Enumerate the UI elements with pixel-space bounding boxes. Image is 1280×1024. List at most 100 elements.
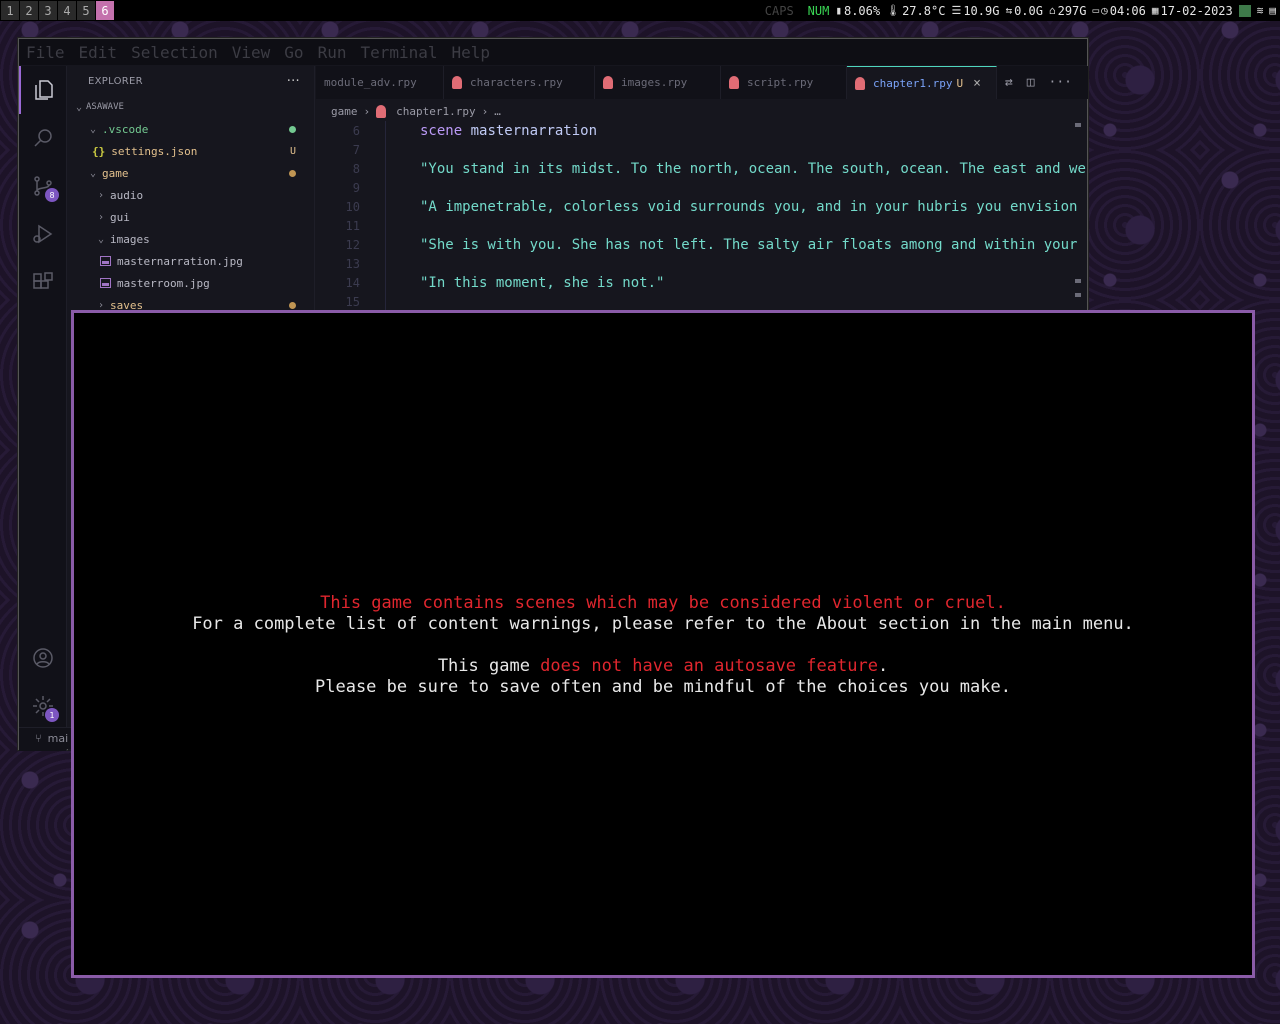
code-line: 13 — [316, 254, 1086, 273]
code-line: 11 — [316, 216, 1086, 235]
menu-selection[interactable]: Selection — [131, 43, 218, 62]
thermometer-icon: 🌡 — [886, 4, 901, 17]
line-number: 7 — [352, 142, 360, 157]
top-status-bar: 1 2 3 4 5 6 CAPS NUM ▮ 8.06% 🌡 27.8°C ☰ … — [0, 0, 1280, 21]
workspace-3[interactable]: 3 — [39, 1, 57, 20]
code-editor[interactable]: 6 scene masternarration 7 8 "You stand i… — [316, 121, 1086, 311]
git-untracked-dot — [289, 125, 296, 133]
git-branch-label[interactable]: mai — [48, 732, 69, 745]
tree-file-settings[interactable]: {} settings.json U — [68, 140, 314, 162]
workspace-1[interactable]: 1 — [1, 1, 19, 20]
code-line: 12 "She is with you. She has not left. T… — [316, 235, 1086, 254]
menu-go[interactable]: Go — [284, 43, 303, 62]
menu-view[interactable]: View — [232, 43, 271, 62]
breadcrumb-more[interactable]: … — [494, 105, 501, 118]
code-string: "In this moment, she is not." — [420, 274, 665, 291]
line-number: 9 — [352, 180, 360, 195]
autosave-suffix: . — [877, 656, 889, 676]
tab-script[interactable]: script.rpy — [721, 66, 847, 99]
renpy-file-icon — [452, 76, 462, 89]
workspace-6[interactable]: 6 — [96, 1, 114, 20]
menu-help[interactable]: Help — [452, 43, 491, 62]
code-line: 15 — [316, 292, 1086, 311]
memory-value: 10.9G — [963, 3, 1000, 18]
tree-folder-vscode[interactable]: ⌄ .vscode — [68, 118, 314, 140]
code-string: "You stand in its midst. To the north, o… — [420, 160, 1086, 177]
tab-chapter1[interactable]: chapter1.rpy U × — [847, 66, 997, 99]
date-widget: ▦ 17-02-2023 — [1152, 4, 1233, 18]
tree-folder-images[interactable]: ⌄ images — [68, 228, 314, 250]
git-modified-dot — [289, 169, 296, 177]
wifi-icon[interactable]: ≋ — [1257, 4, 1264, 17]
tree-file-masterroom[interactable]: masterroom.jpg — [68, 272, 314, 294]
menu-bar: File Edit Selection View Go Run Terminal… — [19, 39, 1087, 65]
menu-edit[interactable]: Edit — [79, 43, 118, 62]
git-modified-dot — [289, 301, 296, 309]
run-debug-icon[interactable] — [19, 210, 67, 258]
explorer-icon[interactable] — [19, 66, 67, 114]
tab-label: module_adv.rpy — [324, 76, 417, 89]
tree-folder-gui-label: gui — [110, 210, 130, 224]
line-number: 12 — [345, 237, 360, 252]
renpy-file-icon — [603, 76, 613, 89]
tab-module-adv[interactable]: module_adv.rpy — [316, 66, 444, 99]
tab-characters[interactable]: characters.rpy — [444, 66, 595, 99]
scrollbar-marker — [1075, 123, 1081, 127]
tree-root-label: ASAWAVE — [86, 102, 124, 112]
source-control-badge: 8 — [45, 188, 59, 202]
calendar-icon: ▦ — [1151, 4, 1159, 17]
memory-icon: ☰ — [951, 4, 962, 17]
cpu-value: 8.06% — [843, 3, 881, 18]
code-line: 7 — [316, 140, 1086, 159]
menu-terminal[interactable]: Terminal — [360, 43, 437, 62]
line-number: 8 — [352, 161, 360, 176]
memory-widget: ☰ 10.9G — [951, 4, 999, 18]
battery-icon: ▭ — [1092, 4, 1100, 17]
workspace-5[interactable]: 5 — [77, 1, 95, 20]
violence-warning: This game contains scenes which may be c… — [320, 593, 1006, 613]
date-value: 17-02-2023 — [1160, 3, 1233, 18]
disk-widget: ⌂ 297G — [1049, 4, 1087, 18]
chevron-right-icon: › — [97, 189, 105, 201]
tab-images[interactable]: images.rpy — [595, 66, 721, 99]
tree-file-masternarration-label: masternarration.jpg — [117, 254, 243, 268]
tree-file-masternarration[interactable]: masternarration.jpg — [68, 250, 314, 272]
cpu-widget: ▮ 8.06% — [835, 4, 880, 18]
menu-file[interactable]: File — [26, 43, 65, 62]
workspace-2[interactable]: 2 — [20, 1, 38, 20]
tree-file-settings-label: settings.json — [111, 144, 198, 158]
tree-root[interactable]: ⌄ ASAWAVE — [68, 96, 314, 118]
tree-folder-vscode-label: .vscode — [102, 122, 149, 136]
code-line: 8 "You stand in its midst. To the north,… — [316, 159, 1086, 178]
open-changes-icon[interactable]: ⇄ — [1005, 75, 1013, 90]
tree-folder-audio[interactable]: › audio — [68, 184, 314, 206]
scrollbar-marker — [1075, 293, 1081, 297]
tab-label: characters.rpy — [470, 76, 563, 89]
menu-run[interactable]: Run — [318, 43, 347, 62]
breadcrumb-file[interactable]: chapter1.rpy — [396, 105, 475, 118]
extensions-icon[interactable] — [19, 258, 67, 306]
source-control-icon[interactable]: 8 — [19, 162, 67, 210]
tab-label: script.rpy — [747, 76, 814, 89]
json-file-icon: {} — [92, 144, 106, 158]
temperature-widget: 🌡 27.8°C — [886, 4, 945, 18]
clipboard-icon[interactable]: ▤ — [1269, 4, 1276, 17]
breadcrumb: game › chapter1.rpy › … — [331, 101, 501, 121]
game-window[interactable]: This game contains scenes which may be c… — [71, 310, 1255, 978]
manage-gear-icon[interactable]: 1 — [19, 682, 67, 730]
tree-folder-game[interactable]: ⌄ game — [68, 162, 314, 184]
explorer-more-button[interactable]: ··· — [287, 74, 300, 89]
disk-icon: ⌂ — [1048, 4, 1056, 17]
tree-folder-gui[interactable]: › gui — [68, 206, 314, 228]
account-icon[interactable] — [19, 634, 67, 682]
workspace-4[interactable]: 4 — [58, 1, 76, 20]
split-editor-icon[interactable]: ◫ — [1027, 75, 1035, 90]
more-actions-icon[interactable]: ··· — [1049, 75, 1072, 90]
git-branch-icon[interactable]: ⑂ — [35, 732, 42, 745]
search-icon[interactable] — [19, 114, 67, 162]
breadcrumb-folder[interactable]: game — [331, 105, 358, 118]
close-icon[interactable]: × — [973, 76, 981, 91]
line-number: 11 — [345, 218, 360, 233]
tray-image-icon[interactable] — [1238, 4, 1251, 17]
chevron-down-icon: ⌄ — [89, 123, 97, 135]
